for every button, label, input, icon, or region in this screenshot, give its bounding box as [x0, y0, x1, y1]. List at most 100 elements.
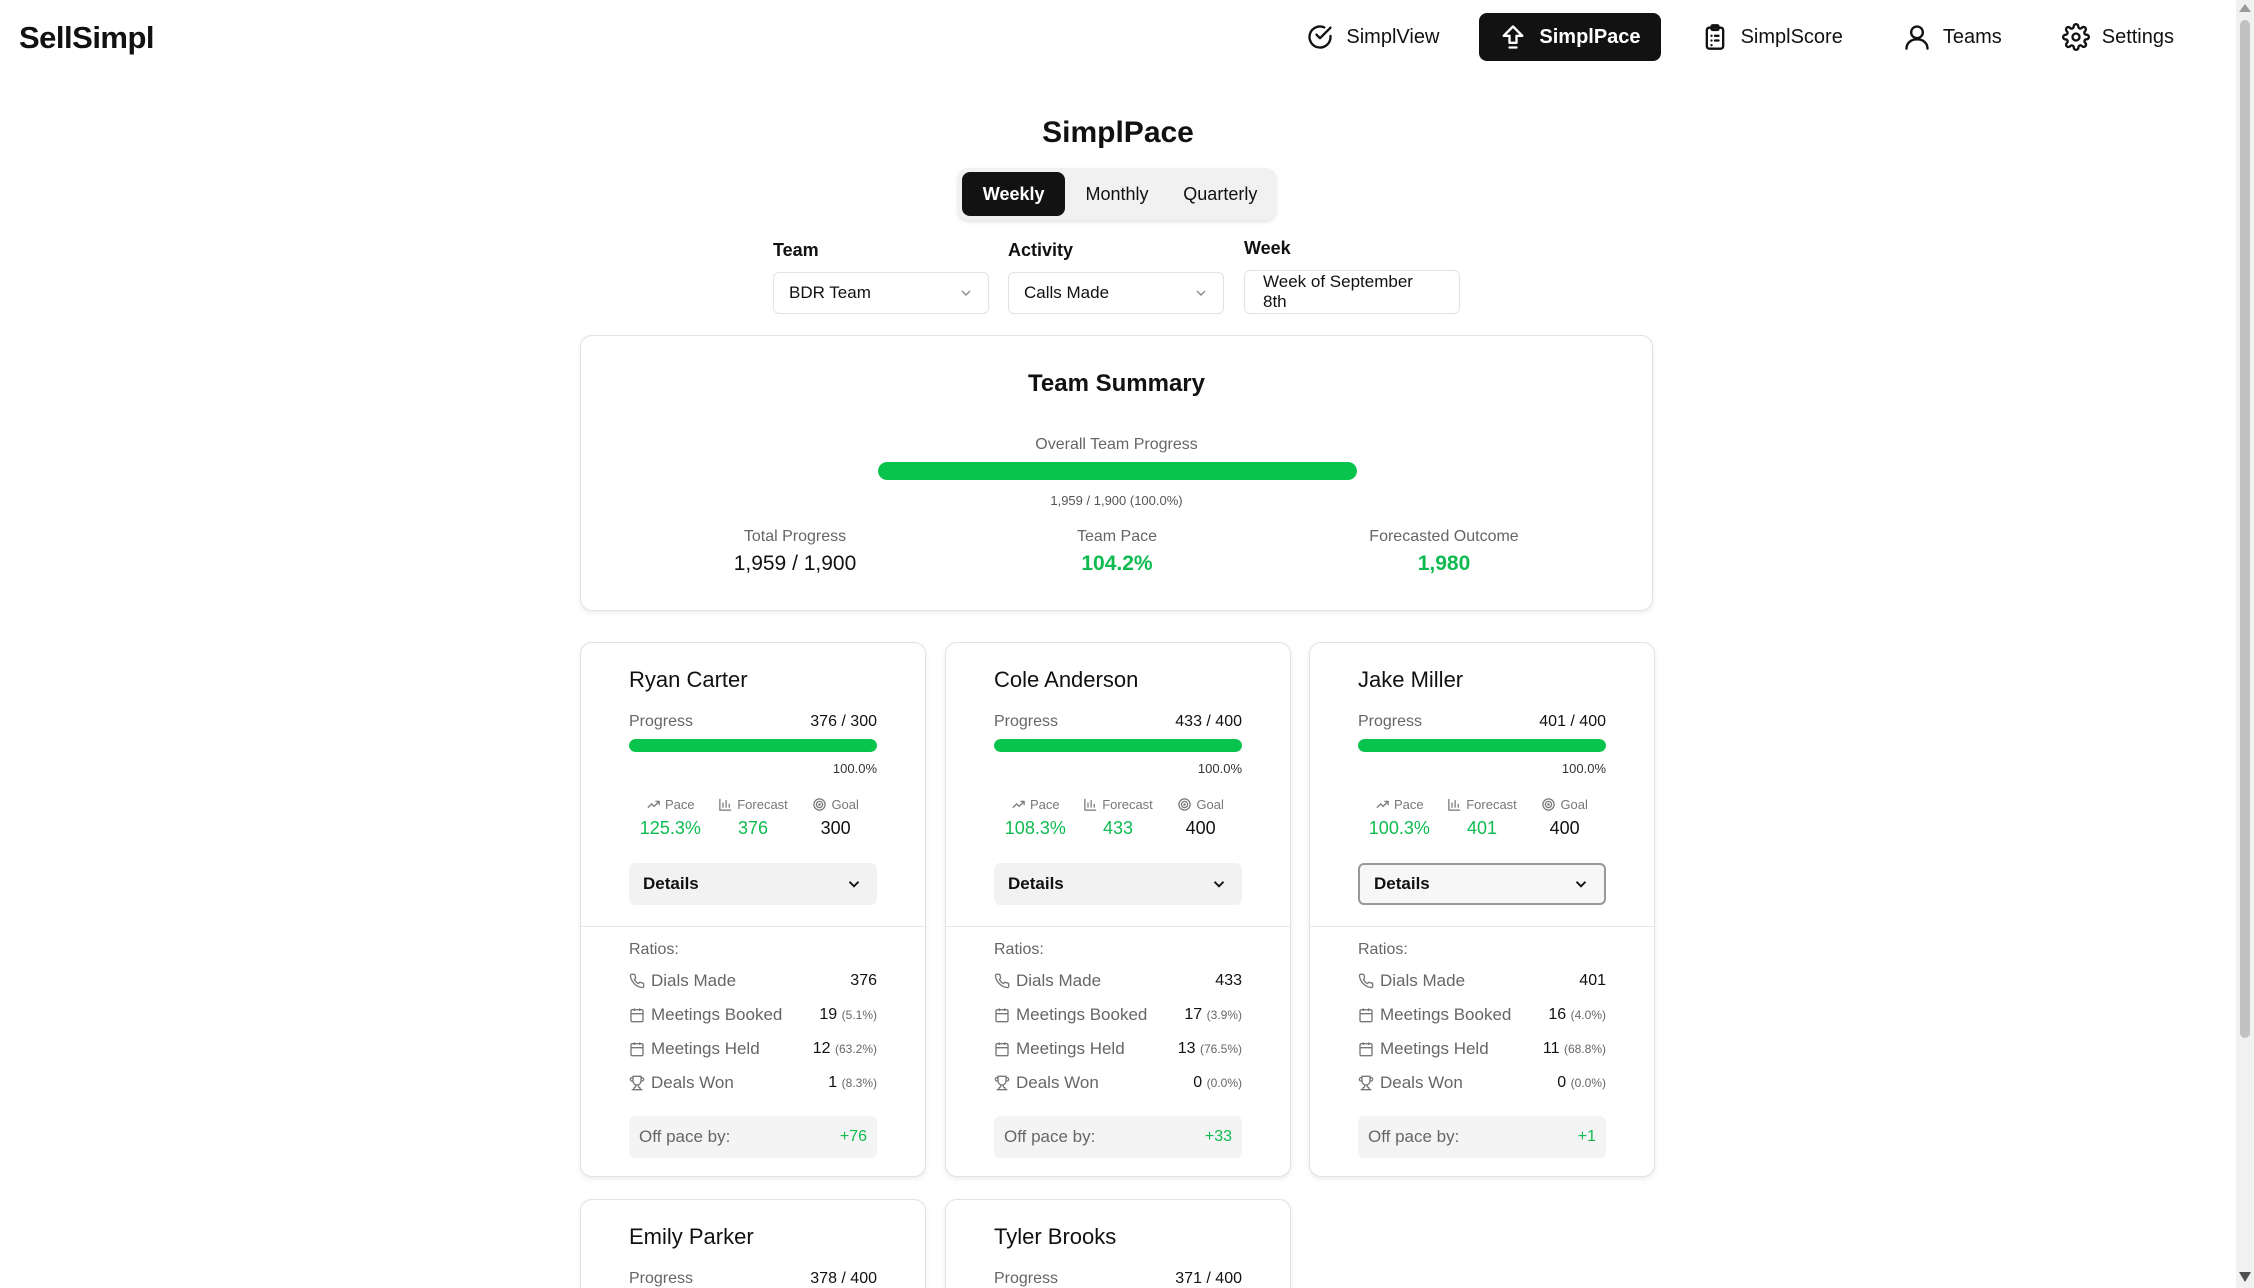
scroll-down-arrow-icon[interactable] [2239, 1272, 2251, 1282]
details-label: Details [1008, 874, 1064, 893]
goal-value: 400 [1185, 818, 1216, 838]
activity-select[interactable]: Calls Made [1008, 272, 1224, 314]
off-pace-value: +33 [1204, 1128, 1232, 1145]
deals-won-label: Deals Won [1380, 1073, 1463, 1092]
ratio-dials: Dials Made 376 [629, 971, 877, 991]
rep-name: Tyler Brooks [994, 1224, 1117, 1249]
rep-name: Cole Anderson [994, 667, 1139, 692]
user-icon [1905, 25, 1929, 50]
target-icon [1178, 798, 1192, 811]
rep-progress-label: Progress [994, 1270, 1059, 1287]
off-pace-box: Off pace by: +1 [1358, 1116, 1606, 1158]
trophy-icon [629, 1075, 645, 1091]
meetings-held-value: 12 (63.2%) [812, 1040, 877, 1057]
rep-progress-row: Progress 401 / 400 [1358, 713, 1606, 731]
details-button[interactable]: Details [1358, 863, 1606, 905]
rep-progress-fill [1358, 739, 1606, 752]
chevron-down-icon [1213, 881, 1225, 888]
trending-up-icon [647, 800, 660, 809]
scroll-up-arrow-icon[interactable] [2239, 4, 2251, 12]
chevron-down-icon [848, 881, 860, 888]
rep-name: Ryan Carter [629, 667, 748, 692]
rep-progress-value: 378 / 400 [810, 1270, 877, 1287]
meetings-held-label: Meetings Held [1016, 1039, 1125, 1058]
details-button[interactable]: Details [629, 863, 877, 905]
app-logo[interactable]: SellSimpl [19, 20, 155, 56]
ratio-meetings-booked: Meetings Booked 17 (3.9%) [994, 1005, 1242, 1025]
team-select[interactable]: BDR Team [773, 272, 989, 314]
nav-simplview[interactable]: SimplView [1286, 13, 1459, 61]
trophy-icon [994, 1075, 1010, 1091]
target-icon [1542, 798, 1556, 811]
calendar-icon [1359, 1008, 1373, 1023]
scroll-thumb[interactable] [2240, 20, 2250, 1038]
forecast-value: 433 [1102, 818, 1134, 838]
pace-metric: Pace 125.3% [629, 797, 712, 839]
rep-name: Emily Parker [629, 1224, 754, 1249]
page-title: SimplPace [1042, 116, 1194, 149]
deals-won-label: Deals Won [651, 1073, 734, 1092]
pace-label: Pace [1394, 797, 1424, 812]
nav-simplscore[interactable]: SimplScore [1681, 13, 1863, 61]
tab-monthly[interactable]: Monthly [1065, 172, 1168, 216]
off-pace-box: Off pace by: +76 [629, 1116, 877, 1158]
rep-metrics: Pace 108.3% Forecast 433 Goal 400 [994, 797, 1242, 839]
phone-icon [994, 973, 1010, 989]
calendar-icon [630, 1042, 644, 1057]
goal-metric: Goal 400 [1159, 797, 1242, 839]
total-progress-stat: Total Progress 1,959 / 1,900 [645, 528, 945, 576]
rep-progress-bar [994, 739, 1242, 752]
nav-label: Settings [2101, 25, 2174, 48]
activity-filter-label: Activity [1008, 240, 1074, 260]
meetings-booked-value: 16 (4.0%) [1548, 1006, 1606, 1023]
forecast-metric: Forecast 433 [1077, 797, 1160, 839]
total-progress-value: 1,959 / 1,900 [733, 552, 857, 575]
deals-won-value: 0 (0.0%) [1193, 1074, 1242, 1091]
ratios-label: Ratios: [1358, 941, 1408, 958]
goal-metric: Goal 400 [1523, 797, 1606, 839]
rep-card-cole-anderson: Cole Anderson Progress 433 / 400 100.0% … [945, 642, 1291, 1177]
forecasted-outcome-label: Forecasted Outcome [1369, 528, 1519, 545]
forecast-value: 401 [1466, 818, 1498, 838]
details-label: Details [643, 874, 699, 893]
ratio-meetings-held: Meetings Held 11 (68.8%) [1358, 1039, 1606, 1059]
rep-progress-row: Progress 371 / 400 [994, 1270, 1242, 1288]
ratios-label: Ratios: [629, 941, 679, 958]
card-divider [946, 926, 1290, 927]
meetings-booked-label: Meetings Booked [1380, 1005, 1512, 1024]
tab-quarterly[interactable]: Quarterly [1169, 172, 1272, 216]
ratio-meetings-booked: Meetings Booked 19 (5.1%) [629, 1005, 877, 1025]
ratio-deals-won: Deals Won 1 (8.3%) [629, 1073, 877, 1093]
ratio-meetings-held: Meetings Held 12 (63.2%) [629, 1039, 877, 1059]
team-select-value: BDR Team [789, 283, 871, 302]
check-circle-icon [1308, 25, 1333, 49]
team-pace-value: 104.2% [1081, 552, 1153, 575]
dials-label: Dials Made [651, 971, 737, 990]
rep-progress-percent: 100.0% [832, 761, 877, 776]
pace-metric: Pace 100.3% [1358, 797, 1441, 839]
nav-simplpace[interactable]: SimplPace [1479, 13, 1661, 61]
trophy-icon [1358, 1075, 1374, 1091]
week-filter-label: Week [1244, 238, 1291, 258]
details-button[interactable]: Details [994, 863, 1242, 905]
nav-label: SimplView [1346, 25, 1440, 48]
tab-weekly[interactable]: Weekly [962, 172, 1066, 216]
meetings-booked-label: Meetings Booked [651, 1005, 783, 1024]
team-filter-label: Team [773, 240, 819, 260]
pace-label: Pace [1030, 797, 1060, 812]
activity-filter: Activity Calls Made [1008, 240, 1224, 314]
week-filter: Week Week of September 8th [1244, 238, 1460, 314]
rep-metrics: Pace 100.3% Forecast 401 Goal 400 [1358, 797, 1606, 839]
phone-icon [1358, 973, 1374, 989]
nav-teams[interactable]: Teams [1883, 13, 2022, 61]
page-scrollbar[interactable] [2236, 0, 2254, 1288]
meetings-held-label: Meetings Held [651, 1039, 760, 1058]
meetings-held-value: 13 (76.5%) [1177, 1040, 1242, 1057]
calendar-icon [630, 1008, 644, 1023]
card-divider [1310, 926, 1654, 927]
pace-value: 100.3% [1368, 818, 1430, 838]
forecast-label: Forecast [1466, 797, 1517, 812]
top-bar: SellSimpl SimplView SimplPace SimplScore… [0, 0, 2236, 76]
nav-settings[interactable]: Settings [2042, 13, 2194, 61]
week-picker[interactable]: Week of September 8th [1244, 270, 1460, 314]
